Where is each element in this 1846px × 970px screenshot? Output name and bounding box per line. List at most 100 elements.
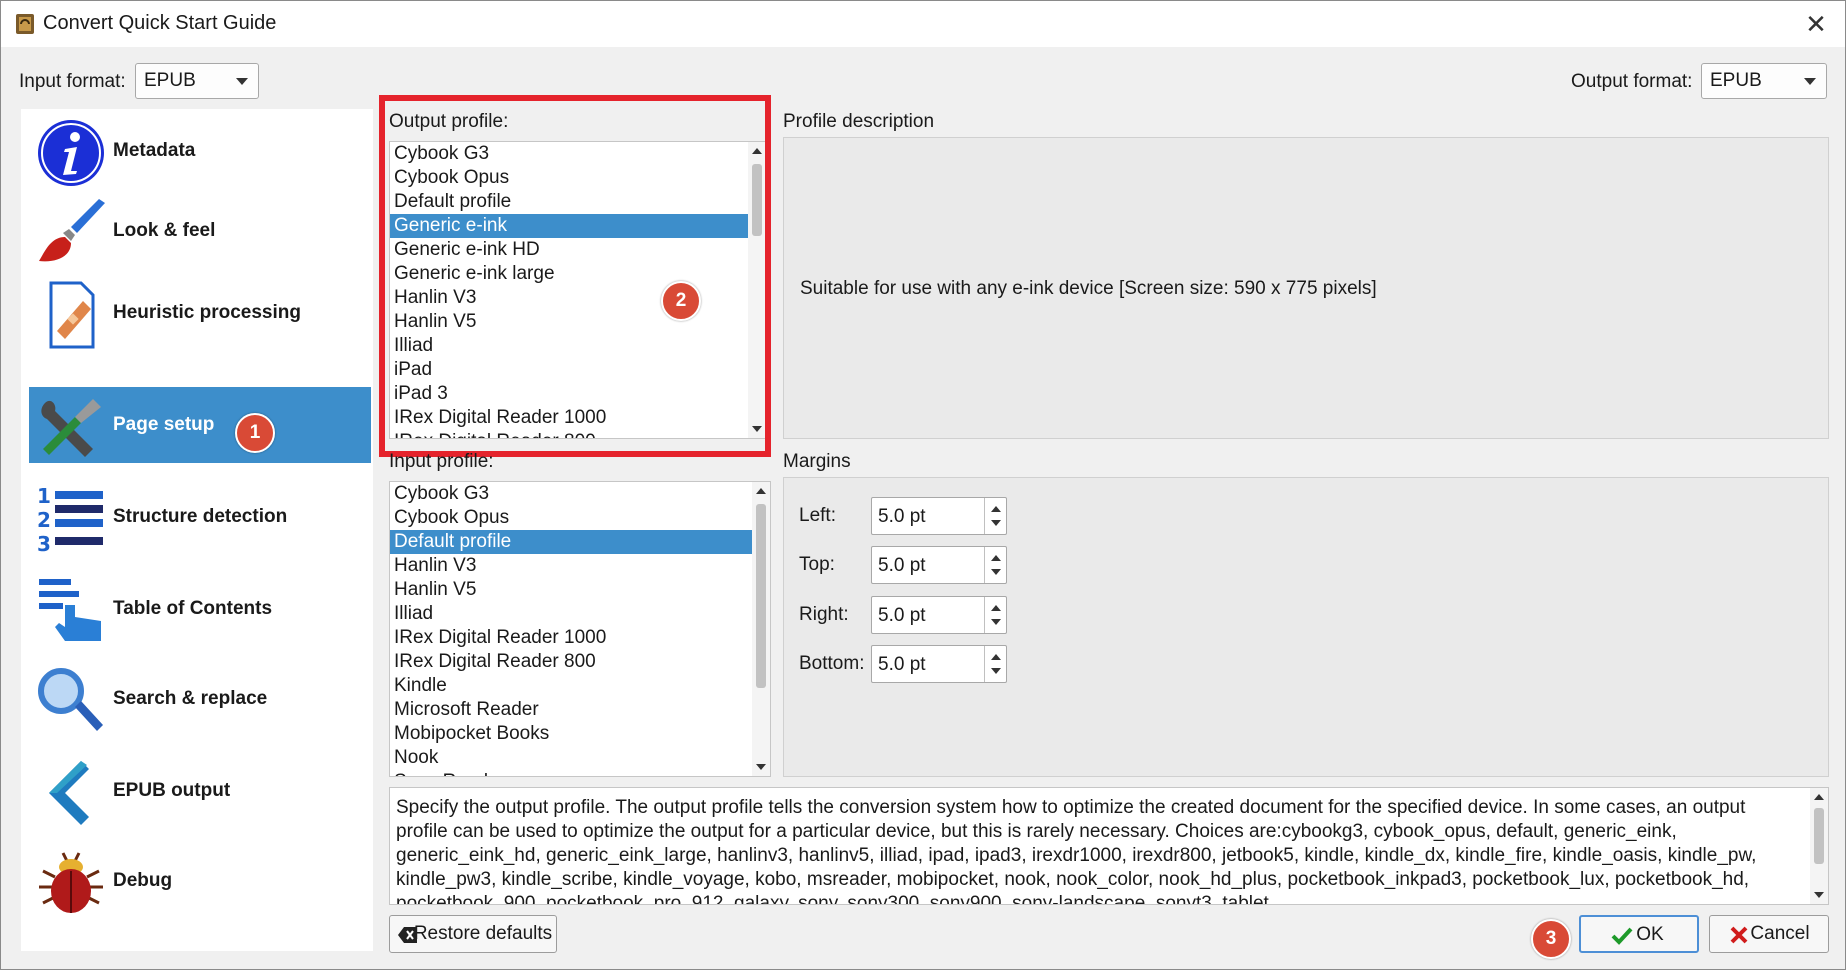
sidebar-item-heuristic-processing[interactable]: Heuristic processing (29, 275, 371, 351)
sidebar-item-label: Debug (113, 870, 173, 891)
sidebar-item-debug[interactable]: Debug (29, 843, 371, 919)
margin-top-label: Top: (799, 554, 835, 575)
scroll-down-icon[interactable] (756, 764, 766, 770)
restore-defaults-label: Restore defaults (413, 923, 553, 944)
convert-dialog: Convert Quick Start Guide ✕ Input format… (0, 0, 1846, 970)
margin-right-stepper[interactable]: 5.0 pt (871, 596, 1007, 634)
input-profile-list[interactable]: Cybook G3 Cybook Opus Default profile Hanli… (389, 481, 771, 777)
sidebar-item-label: Look & feel (113, 220, 216, 241)
input-format-select[interactable]: EPUB (135, 63, 259, 99)
paintbrush-icon (39, 199, 105, 262)
sidebar-item-search-replace[interactable]: Search & replace (29, 661, 371, 737)
sidebar-item-table-of-contents[interactable]: Table of Contents (29, 571, 371, 647)
sidebar-item-label: Metadata (113, 140, 196, 161)
list-item[interactable]: Illiad (390, 602, 770, 626)
stepper-buttons[interactable] (984, 646, 1006, 682)
stepper-buttons[interactable] (984, 597, 1006, 633)
scroll-up-icon[interactable] (1814, 794, 1824, 800)
clear-icon (398, 927, 417, 943)
help-scrollbar[interactable] (1810, 788, 1828, 904)
margin-top-value: 5.0 pt (878, 555, 926, 576)
bug-icon (39, 852, 103, 913)
list-item[interactable]: Mobipocket Books (390, 722, 770, 746)
cancel-button[interactable]: Cancel (1709, 915, 1829, 953)
sidebar-item-look-and-feel[interactable]: Look & feel (29, 193, 371, 269)
sidebar-item-metadata[interactable]: Metadata (29, 113, 371, 189)
profile-description-text: Suitable for use with any e-ink device [… (800, 278, 1377, 299)
tools-icon (41, 399, 101, 457)
stepper-buttons[interactable] (984, 547, 1006, 583)
margin-left-value: 5.0 pt (878, 506, 926, 527)
sidebar-item-page-setup[interactable]: Page setup (29, 387, 371, 463)
sidebar-item-label: Search & replace (113, 688, 268, 709)
scroll-thumb[interactable] (1814, 808, 1824, 864)
input-profile-label: Input profile: (389, 451, 494, 472)
margin-bottom-label: Bottom: (799, 653, 865, 674)
svg-text:2: 2 (37, 508, 51, 532)
step-badge-2: 2 (661, 281, 701, 321)
list-item[interactable]: IRex Digital Reader 800 (390, 650, 770, 674)
margin-left-stepper[interactable]: 5.0 pt (871, 497, 1007, 535)
sidebar-item-label: Table of Contents (113, 598, 273, 619)
list-item[interactable]: Microsoft Reader (390, 698, 770, 722)
close-icon[interactable]: ✕ (1801, 9, 1831, 39)
chevron-down-icon (236, 78, 248, 85)
list-item[interactable]: Hanlin V3 (390, 554, 770, 578)
sidebar-item-label: EPUB output (113, 780, 231, 801)
list-item[interactable]: Sony Reader (390, 770, 770, 776)
svg-text:3: 3 (37, 532, 51, 555)
checkmark-icon (1611, 927, 1633, 945)
step-badge-3: 3 (1531, 919, 1571, 959)
margin-top-stepper[interactable]: 5.0 pt (871, 546, 1007, 584)
sidebar-item-label: Heuristic processing (113, 302, 301, 323)
list-item[interactable]: Default profile (390, 530, 770, 554)
ok-button[interactable]: OK (1579, 915, 1699, 953)
input-profile-scrollbar[interactable] (752, 482, 770, 776)
output-format-select[interactable]: EPUB (1701, 63, 1827, 99)
chevron-down-icon[interactable] (991, 520, 1001, 526)
scroll-up-icon[interactable] (756, 488, 766, 494)
sidebar-item-structure-detection[interactable]: 1 2 3 Structure detection (29, 479, 371, 555)
sidebar-item-epub-output[interactable]: EPUB output (29, 753, 371, 829)
document-bandage-icon (49, 281, 95, 349)
margin-bottom-stepper[interactable]: 5.0 pt (871, 645, 1007, 683)
stepper-buttons[interactable] (984, 498, 1006, 534)
ok-label: OK (1636, 924, 1664, 945)
margin-right-value: 5.0 pt (878, 605, 926, 626)
list-item[interactable]: Nook (390, 746, 770, 770)
sidebar: Metadata Look & feel Heuristic processin… (21, 109, 373, 951)
list-item[interactable]: Cybook G3 (390, 482, 770, 506)
restore-defaults-button[interactable]: Restore defaults (389, 915, 557, 953)
input-format-label: Input format: (19, 71, 126, 92)
output-format-value: EPUB (1710, 70, 1762, 91)
chevron-left-icon (49, 761, 89, 825)
toc-hand-icon (39, 579, 101, 641)
margins-label: Margins (783, 451, 851, 472)
profile-description-panel: Suitable for use with any e-ink device [… (783, 137, 1829, 439)
chevron-up-icon[interactable] (991, 555, 1001, 561)
list-item[interactable]: Hanlin V5 (390, 578, 770, 602)
input-format-value: EPUB (144, 70, 196, 91)
chevron-up-icon[interactable] (991, 506, 1001, 512)
chevron-down-icon[interactable] (991, 668, 1001, 674)
output-profile-highlight (379, 95, 771, 457)
scroll-down-icon[interactable] (1814, 892, 1824, 898)
numbered-list-icon: 1 2 3 (37, 484, 103, 555)
sidebar-item-label: Page setup (113, 414, 215, 435)
output-format-label: Output format: (1571, 71, 1693, 92)
help-text-box[interactable]: Specify the output profile. The output p… (389, 787, 1829, 905)
chevron-up-icon[interactable] (991, 654, 1001, 660)
margin-right-label: Right: (799, 604, 849, 625)
chevron-down-icon (1804, 78, 1816, 85)
list-item[interactable]: Kindle (390, 674, 770, 698)
chevron-down-icon[interactable] (991, 569, 1001, 575)
list-item[interactable]: IRex Digital Reader 1000 (390, 626, 770, 650)
scroll-thumb[interactable] (756, 504, 766, 688)
list-item[interactable]: Cybook Opus (390, 506, 770, 530)
chevron-down-icon[interactable] (991, 619, 1001, 625)
profile-description-label: Profile description (783, 111, 935, 132)
title-bar: Convert Quick Start Guide ✕ (1, 1, 1845, 47)
sidebar-item-label: Structure detection (113, 506, 288, 527)
window-title: Convert Quick Start Guide (43, 12, 277, 34)
chevron-up-icon[interactable] (991, 605, 1001, 611)
